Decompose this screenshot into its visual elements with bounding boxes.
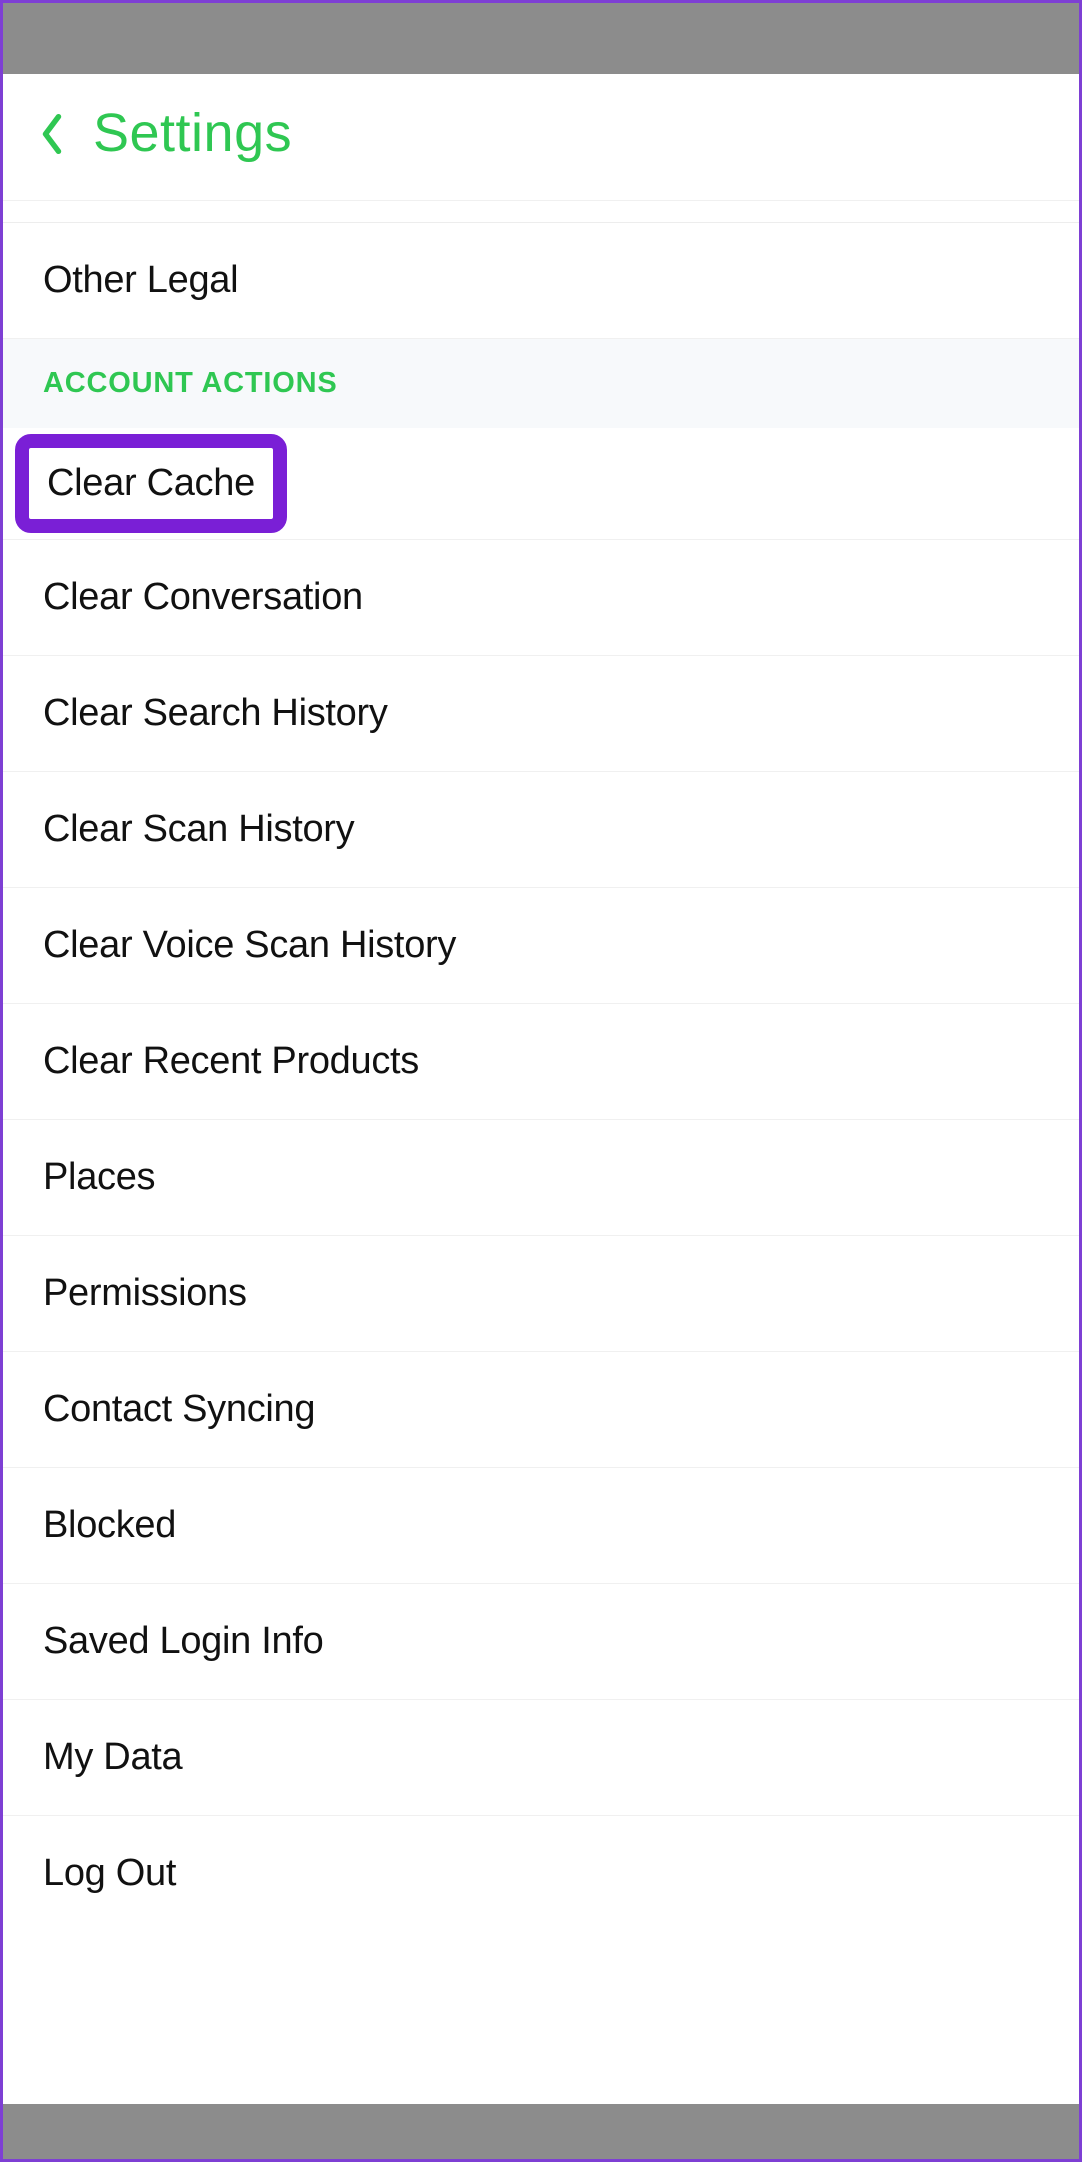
section-header-label: ACCOUNT ACTIONS xyxy=(43,367,337,399)
list-item-clear-voice-scan-history[interactable]: Clear Voice Scan History xyxy=(3,888,1079,1004)
list-item-label: My Data xyxy=(43,1736,182,1778)
list-item-log-out[interactable]: Log Out xyxy=(3,1816,1079,1931)
list-item-contact-syncing[interactable]: Contact Syncing xyxy=(3,1352,1079,1468)
list-item-other-legal[interactable]: Other Legal xyxy=(3,223,1079,339)
list-item-label: Saved Login Info xyxy=(43,1620,323,1662)
list-item-clear-cache[interactable]: Clear Cache xyxy=(3,428,1079,540)
list-item-blocked[interactable]: Blocked xyxy=(3,1468,1079,1584)
list-item-label: Clear Cache xyxy=(47,462,255,504)
list-item-label: Other Legal xyxy=(43,259,238,301)
list-item-label: Permissions xyxy=(43,1272,247,1314)
back-icon[interactable] xyxy=(39,112,65,161)
list-item-label: Log Out xyxy=(43,1852,176,1894)
list-item-places[interactable]: Places xyxy=(3,1120,1079,1236)
section-header-account-actions: ACCOUNT ACTIONS xyxy=(3,339,1079,428)
list-item-saved-login-info[interactable]: Saved Login Info xyxy=(3,1584,1079,1700)
list-item-label: Clear Search History xyxy=(43,692,388,734)
content-area: Settings Other Legal ACCOUNT ACTIONS Cle… xyxy=(3,74,1079,2104)
header: Settings xyxy=(3,74,1079,201)
list-item-my-data[interactable]: My Data xyxy=(3,1700,1079,1816)
list-item-clear-scan-history[interactable]: Clear Scan History xyxy=(3,772,1079,888)
list-item-label: Contact Syncing xyxy=(43,1388,315,1430)
list-item-clear-recent-products[interactable]: Clear Recent Products xyxy=(3,1004,1079,1120)
list-item-label: Clear Conversation xyxy=(43,576,363,618)
list-item-permissions[interactable]: Permissions xyxy=(3,1236,1079,1352)
spacer-row xyxy=(3,201,1079,223)
status-bar-spacer xyxy=(3,3,1079,74)
highlight-box: Clear Cache xyxy=(15,434,287,533)
list-item-label: Places xyxy=(43,1156,155,1198)
list-item-label: Blocked xyxy=(43,1504,176,1546)
list-item-label: Clear Voice Scan History xyxy=(43,924,456,966)
page-title: Settings xyxy=(93,102,292,164)
list-item-clear-conversation[interactable]: Clear Conversation xyxy=(3,540,1079,656)
list-item-label: Clear Recent Products xyxy=(43,1040,419,1082)
list-item-clear-search-history[interactable]: Clear Search History xyxy=(3,656,1079,772)
list-item-label: Clear Scan History xyxy=(43,808,354,850)
bottom-bar-spacer xyxy=(3,2104,1079,2159)
